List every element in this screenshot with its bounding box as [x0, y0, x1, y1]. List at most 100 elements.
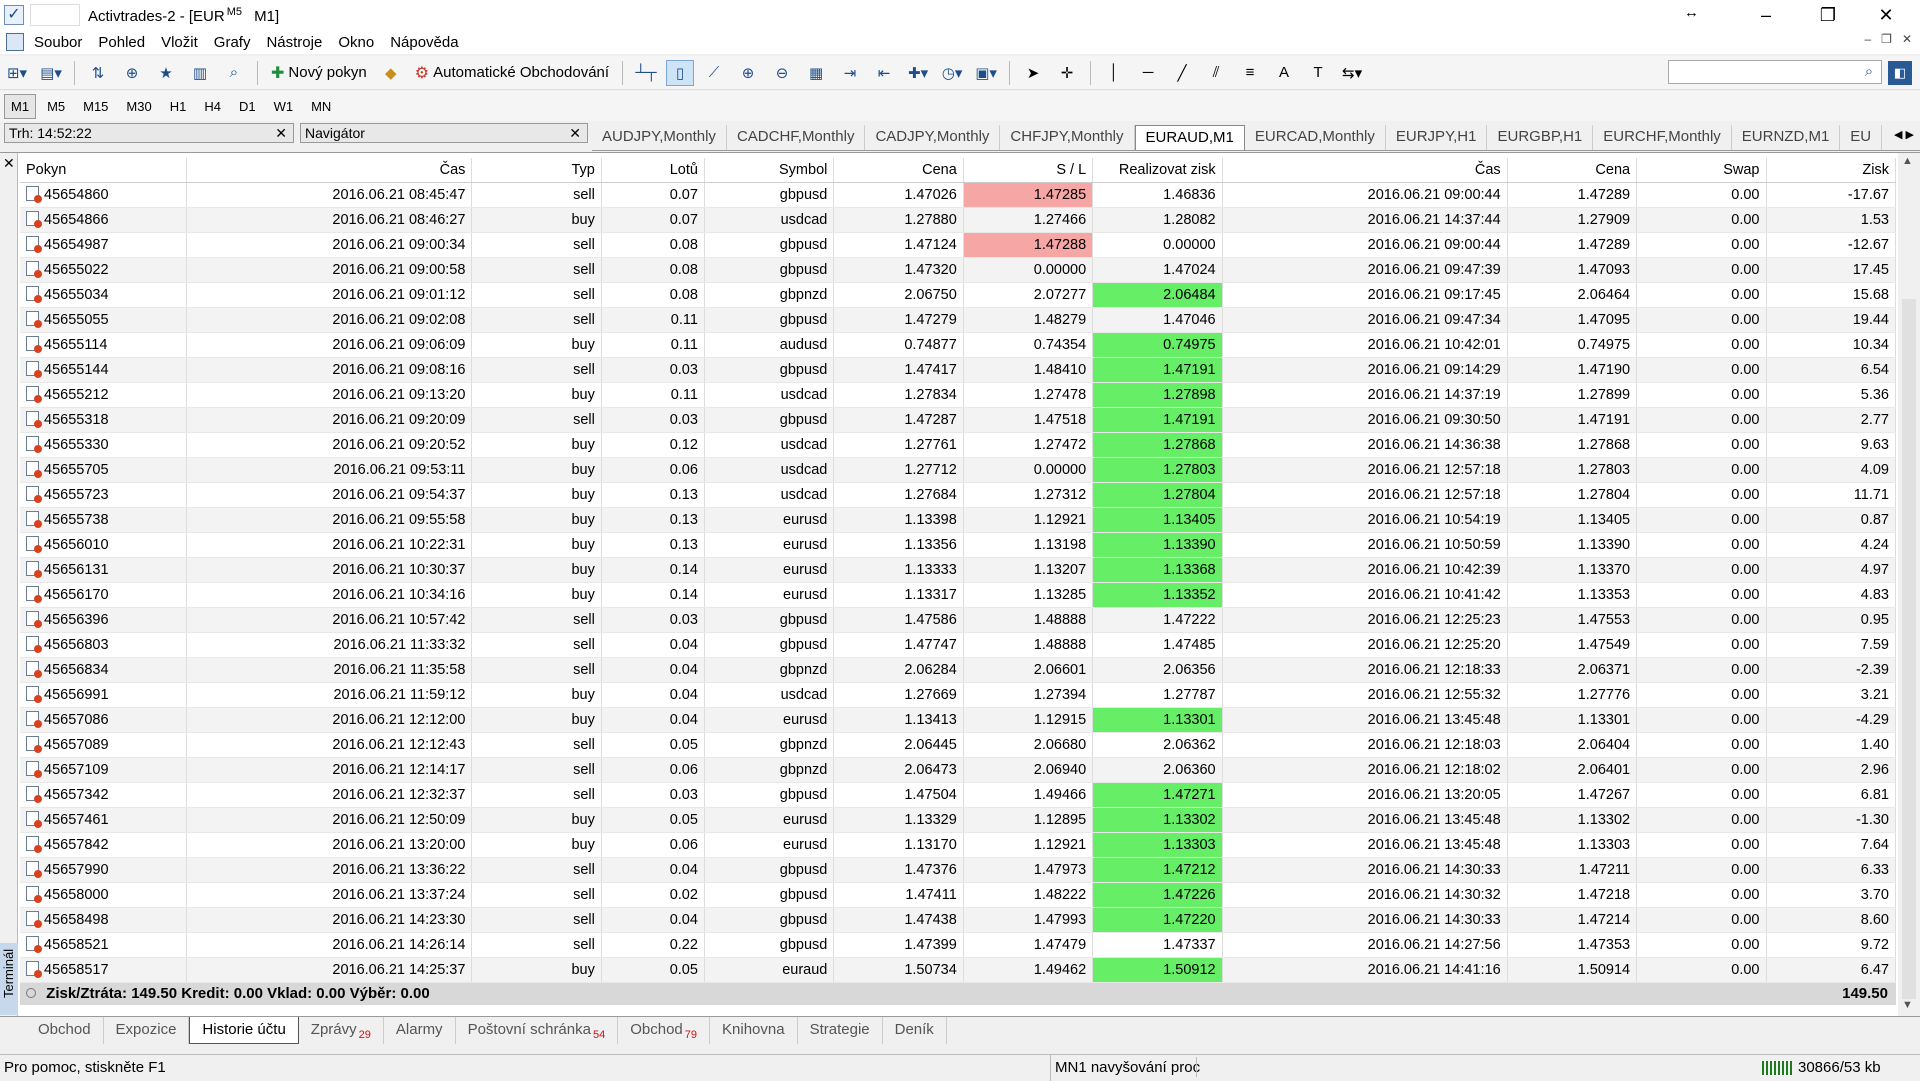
column-header[interactable]: Realizovat zisk: [1092, 158, 1223, 183]
minimize-button[interactable]: –: [1738, 0, 1794, 30]
child-restore-icon[interactable]: ❐: [1881, 32, 1892, 46]
table-row[interactable]: 45655022 2016.06.21 09:00:58 sell 0.08 gbpus…: [20, 257, 1896, 283]
column-header[interactable]: S / L: [963, 158, 1094, 183]
terminal-tab[interactable]: Alarmy: [384, 1017, 456, 1044]
column-header[interactable]: Cena: [833, 158, 964, 183]
cursor-icon[interactable]: ➤: [1019, 60, 1047, 86]
tab-scroll-arrows[interactable]: ◀ ▶: [1894, 128, 1914, 141]
timeframe-w1[interactable]: W1: [267, 94, 301, 119]
zoom-in-icon[interactable]: ⊕: [734, 60, 762, 86]
timeframe-mn[interactable]: MN: [304, 94, 338, 119]
document-icon[interactable]: [6, 33, 24, 51]
table-row[interactable]: 45656834 2016.06.21 11:35:58 sell 0.04 gbpnz…: [20, 657, 1896, 683]
table-row[interactable]: 45655738 2016.06.21 09:55:58 buy 0.13 eurusd…: [20, 507, 1896, 533]
chart-tab[interactable]: CADJPY,Monthly: [865, 125, 1001, 150]
table-row[interactable]: 45658521 2016.06.21 14:26:14 sell 0.22 gbpus…: [20, 932, 1896, 958]
timeframe-m5[interactable]: M5: [40, 94, 72, 119]
resize-icon[interactable]: ↔: [1684, 4, 1699, 21]
crosshair-icon[interactable]: ✛: [1053, 60, 1081, 86]
menu-okno[interactable]: Okno: [334, 34, 386, 51]
indicators-icon[interactable]: ✚▾: [904, 60, 932, 86]
trendline-icon[interactable]: ╱: [1168, 60, 1196, 86]
vertical-line-icon[interactable]: │: [1100, 60, 1128, 86]
table-row[interactable]: 45658498 2016.06.21 14:23:30 sell 0.04 gbpus…: [20, 907, 1896, 933]
chart-tab[interactable]: EU: [1840, 125, 1883, 150]
profiles-icon[interactable]: ▤▾: [37, 60, 65, 86]
column-header[interactable]: Cena: [1507, 158, 1638, 183]
table-row[interactable]: 45656131 2016.06.21 10:30:37 buy 0.14 eurusd…: [20, 557, 1896, 583]
table-row[interactable]: 45656991 2016.06.21 11:59:12 buy 0.04 usdcad…: [20, 682, 1896, 708]
metaeditor-icon[interactable]: ◆: [377, 60, 405, 86]
terminal-tab[interactable]: Obchod: [26, 1017, 104, 1044]
table-row[interactable]: 45655318 2016.06.21 09:20:09 sell 0.03 gbpus…: [20, 407, 1896, 433]
strategy-tester-icon[interactable]: ⌕: [220, 60, 248, 86]
scroll-down-icon[interactable]: ▼: [1902, 999, 1913, 1011]
timeframe-h4[interactable]: H4: [197, 94, 228, 119]
chart-shift-icon[interactable]: ⇤: [870, 60, 898, 86]
line-chart-icon[interactable]: ⟋: [700, 60, 728, 86]
market-watch-icon[interactable]: ⇅: [84, 60, 112, 86]
table-row[interactable]: 45655114 2016.06.21 09:06:09 buy 0.11 audusd…: [20, 332, 1896, 358]
table-row[interactable]: 45657086 2016.06.21 12:12:00 buy 0.04 eurusd…: [20, 707, 1896, 733]
chart-tab[interactable]: CADCHF,Monthly: [727, 125, 866, 150]
menu-soubor[interactable]: Soubor: [30, 34, 94, 51]
column-header[interactable]: Pokyn: [20, 158, 188, 183]
scroll-thumb[interactable]: [1902, 299, 1916, 999]
data-window-icon[interactable]: ⊕: [118, 60, 146, 86]
menu-grafy[interactable]: Grafy: [210, 34, 263, 51]
vertical-scrollbar[interactable]: ▲ ▼: [1898, 153, 1920, 1017]
column-header[interactable]: Čas: [186, 158, 473, 183]
terminal-tab[interactable]: Knihovna: [710, 1017, 798, 1044]
zoom-out-icon[interactable]: ⊖: [768, 60, 796, 86]
column-header[interactable]: Swap: [1636, 158, 1767, 183]
table-row[interactable]: 45656010 2016.06.21 10:22:31 buy 0.13 eurusd…: [20, 532, 1896, 558]
terminal-tab[interactable]: Poštovní schránka 54: [456, 1017, 619, 1044]
chart-tab[interactable]: EURNZD,M1: [1732, 125, 1841, 150]
terminal-tab[interactable]: Obchod 79: [618, 1017, 711, 1044]
table-row[interactable]: 45657842 2016.06.21 13:20:00 buy 0.06 eurusd…: [20, 832, 1896, 858]
table-row[interactable]: 45657089 2016.06.21 12:12:43 sell 0.05 gbpnz…: [20, 732, 1896, 758]
table-row[interactable]: 45657990 2016.06.21 13:36:22 sell 0.04 gbpus…: [20, 857, 1896, 883]
table-row[interactable]: 45655330 2016.06.21 09:20:52 buy 0.12 usdcad…: [20, 432, 1896, 458]
table-row[interactable]: 45654860 2016.06.21 08:45:47 sell 0.07 gbpus…: [20, 182, 1896, 208]
terminal-tab[interactable]: Expozice: [104, 1017, 190, 1044]
timeframe-h1[interactable]: H1: [163, 94, 194, 119]
scroll-up-icon[interactable]: ▲: [1902, 155, 1913, 167]
fibonacci-icon[interactable]: ≡: [1236, 60, 1264, 86]
chart-tab[interactable]: AUDJPY,Monthly: [592, 125, 727, 150]
menu-vlozit[interactable]: Vložit: [157, 34, 210, 51]
periods-icon[interactable]: ◷▾: [938, 60, 966, 86]
table-row[interactable]: 45655705 2016.06.21 09:53:11 buy 0.06 usdcad…: [20, 457, 1896, 483]
timeframe-m15[interactable]: M15: [76, 94, 115, 119]
table-row[interactable]: 45654987 2016.06.21 09:00:34 sell 0.08 gbpus…: [20, 232, 1896, 258]
terminal-tab[interactable]: Deník: [883, 1017, 947, 1044]
column-header[interactable]: Zisk: [1766, 158, 1896, 183]
search-icon[interactable]: ⌕: [1858, 61, 1880, 83]
chart-tab-active[interactable]: EURAUD,M1: [1134, 125, 1245, 150]
child-minimize-icon[interactable]: –: [1864, 32, 1871, 46]
arrows-icon[interactable]: ⇆▾: [1338, 60, 1366, 86]
column-header[interactable]: Čas: [1222, 158, 1508, 183]
timeframe-m1[interactable]: M1: [4, 93, 37, 119]
menu-napoveda[interactable]: Nápověda: [386, 34, 470, 51]
community-icon[interactable]: ◧: [1888, 61, 1912, 85]
text-label-icon[interactable]: T: [1304, 60, 1332, 86]
terminal-tab[interactable]: Zprávy 29: [299, 1017, 384, 1044]
timeframe-m30[interactable]: M30: [119, 94, 158, 119]
table-row[interactable]: 45655055 2016.06.21 09:02:08 sell 0.11 gbpus…: [20, 307, 1896, 333]
terminal-tab[interactable]: Historie účtu: [189, 1017, 299, 1044]
candlestick-icon[interactable]: ▯: [666, 59, 695, 86]
navigator-icon[interactable]: ★: [152, 60, 180, 86]
templates-icon[interactable]: ▣▾: [972, 60, 1000, 86]
table-row[interactable]: 45656803 2016.06.21 11:33:32 sell 0.04 gbpus…: [20, 632, 1896, 658]
auto-trading-button[interactable]: ⚙ Automatické Obchodování: [411, 60, 613, 86]
table-row[interactable]: 45656396 2016.06.21 10:57:42 sell 0.03 gbpus…: [20, 607, 1896, 633]
table-row[interactable]: 45658517 2016.06.21 14:25:37 buy 0.05 euraud…: [20, 957, 1896, 983]
terminal-tab[interactable]: Strategie: [798, 1017, 883, 1044]
table-row[interactable]: 45658000 2016.06.21 13:37:24 sell 0.02 gbpus…: [20, 882, 1896, 908]
table-row[interactable]: 45656170 2016.06.21 10:34:16 buy 0.14 eurusd…: [20, 582, 1896, 608]
timeframe-d1[interactable]: D1: [232, 94, 263, 119]
chart-tab[interactable]: EURCHF,Monthly: [1593, 125, 1732, 150]
connection-status[interactable]: 30866/53 kb: [1762, 1055, 1881, 1081]
chart-tab[interactable]: CHFJPY,Monthly: [1000, 125, 1135, 150]
